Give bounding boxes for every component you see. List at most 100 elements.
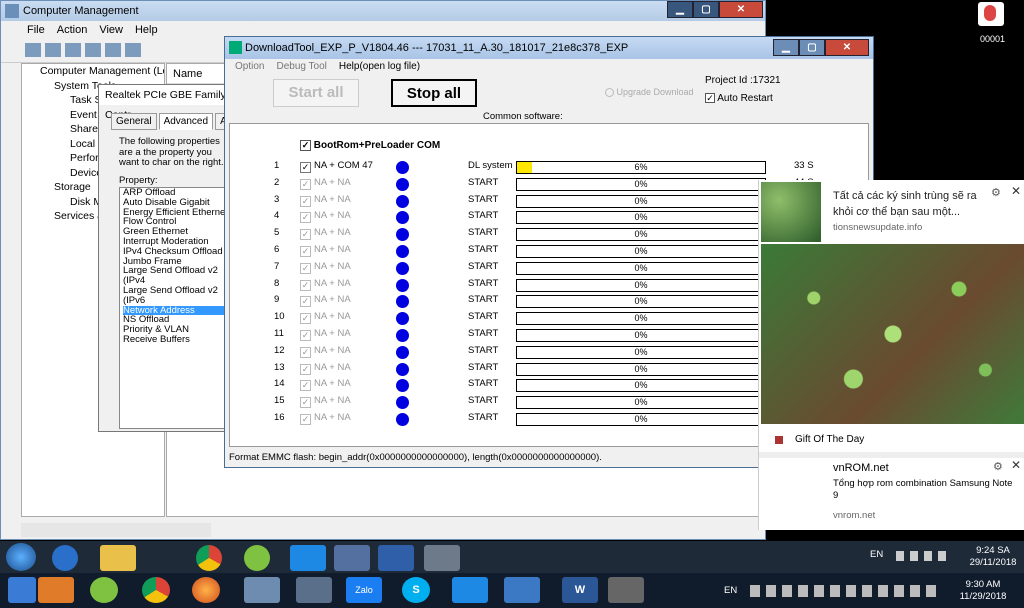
tree-item-root[interactable]: Computer Management (Local (22, 64, 164, 79)
slot-checkbox[interactable]: ✓ (300, 279, 311, 291)
menu-file[interactable]: File (27, 21, 45, 39)
slot-checkbox[interactable]: ✓ (300, 246, 311, 257)
ad-source: tionsnewsupdate.info (833, 222, 923, 233)
ad-thumbnail[interactable] (761, 182, 821, 242)
back-icon[interactable] (25, 43, 41, 57)
ad2-title[interactable]: vnROM.net (833, 462, 889, 474)
tab-advanced[interactable]: Advanced (158, 113, 214, 130)
file-explorer-icon[interactable] (100, 545, 136, 571)
start-icon[interactable] (8, 577, 36, 603)
menu-help-log[interactable]: Help(open log file) (339, 59, 420, 75)
local-date: 11/29/2018 (959, 591, 1007, 602)
start-orb-icon[interactable] (6, 543, 36, 571)
slot-checkbox[interactable]: ✓ (300, 363, 311, 375)
slot-checkbox[interactable]: ✓ (300, 212, 311, 224)
slot-checkbox[interactable]: ✓ (300, 397, 311, 409)
remote-desktop-icon[interactable] (504, 577, 540, 603)
slot-checkbox[interactable]: ✓ (300, 330, 311, 341)
slot-checkbox[interactable]: ✓ (300, 162, 311, 173)
tray-icons[interactable] (896, 551, 956, 561)
minimize-button[interactable]: ▁ (667, 1, 693, 18)
ad2-description[interactable]: Tổng hợp rom combination Samsung Note 9 (833, 478, 1013, 502)
forward-icon[interactable] (45, 43, 61, 57)
horizontal-scrollbar[interactable] (21, 523, 211, 537)
ad-image[interactable] (761, 244, 1024, 424)
zalo-icon[interactable]: Zalo (346, 577, 382, 603)
bootrom-checkbox[interactable]: ✓ BootRom+PreLoader COM (300, 140, 440, 151)
radio-icon (605, 88, 614, 98)
active-app-icon[interactable] (378, 545, 414, 571)
gift-icon (775, 436, 783, 444)
menu-help[interactable]: Help (135, 21, 158, 39)
internet-explorer-icon[interactable] (52, 545, 78, 571)
dt-close-button[interactable]: ✕ (825, 39, 869, 56)
chrome-icon[interactable] (142, 577, 170, 603)
start-all-button[interactable]: Start all (273, 79, 359, 107)
skype-icon[interactable]: S (402, 577, 430, 603)
chrome-icon[interactable] (196, 545, 222, 571)
slot-com-port: NA + NA (314, 361, 351, 373)
slot-checkbox[interactable]: ✓ (300, 296, 311, 308)
help-icon[interactable] (105, 43, 121, 57)
slot-checkbox[interactable]: ✓ (300, 313, 311, 325)
teamviewer-icon[interactable] (452, 577, 488, 603)
slot-com-port: NA + NA (314, 193, 351, 205)
progress-percent: 0% (634, 363, 648, 374)
slot-checkbox[interactable]: ✓ (300, 380, 311, 392)
properties-icon[interactable] (125, 43, 141, 57)
tab-general[interactable]: General (111, 113, 157, 130)
stop-all-button[interactable]: Stop all (391, 79, 477, 107)
word-icon[interactable]: W (562, 577, 598, 603)
menu-action[interactable]: Action (57, 21, 88, 39)
media-player-icon[interactable] (38, 577, 74, 603)
property-item[interactable]: Large Send Offload v2 (IPv6 (123, 286, 228, 306)
progress-percent: 0% (634, 397, 648, 408)
app-green-icon[interactable] (90, 577, 118, 603)
slot-checkbox[interactable]: ✓ (300, 262, 311, 274)
upgrade-download-radio[interactable]: Upgrade Download (605, 87, 694, 98)
slot-number: 14 (274, 378, 285, 390)
remote-lang[interactable]: EN (870, 549, 883, 561)
remote-taskbar: EN 9:24 SA 29/11/2018 (0, 541, 1024, 573)
gear-icon[interactable]: ⚙ (991, 186, 1001, 199)
slot-status: START (468, 176, 499, 188)
slot-checkbox[interactable]: ✓ (300, 178, 311, 190)
gift-of-the-day[interactable]: Gift Of The Day (795, 434, 864, 445)
maximize-button[interactable]: ▢ (693, 1, 719, 18)
show-hide-tree-icon[interactable] (85, 43, 101, 57)
menu-view[interactable]: View (99, 21, 123, 39)
property-item[interactable]: Large Send Offload v2 (IPv4 (123, 266, 228, 286)
desktop-user-icon[interactable] (978, 2, 1004, 26)
slot-checkbox[interactable]: ✓ (300, 414, 311, 425)
monitor-app-icon[interactable] (334, 545, 370, 571)
slot-checkbox[interactable]: ✓ (300, 229, 311, 241)
close-icon[interactable]: ✕ (1011, 184, 1021, 198)
dt-minimize-button[interactable]: ▁ (773, 39, 799, 56)
slot-checkbox[interactable]: ✓ (300, 346, 311, 358)
slot-com-port: NA + NA (314, 210, 351, 222)
remote-clock[interactable]: 9:24 SA 29/11/2018 (966, 545, 1020, 569)
firefox-icon[interactable] (192, 577, 220, 603)
property-list[interactable]: ARP Offload Auto Disable Gigabit Energy … (119, 187, 229, 429)
network-icon[interactable] (296, 577, 332, 603)
ad-panel[interactable]: Tất cả các ký sinh trùng sẽ ra khỏi cơ t… (758, 180, 1024, 530)
close-button[interactable]: ✕ (719, 1, 763, 18)
tray-icons[interactable] (750, 585, 940, 597)
slot-checkbox[interactable]: ✓ (300, 195, 311, 207)
property-item[interactable]: Receive Buffers (123, 335, 228, 345)
menu-debug-tool[interactable]: Debug Tool (276, 59, 326, 75)
app-green-icon[interactable] (244, 545, 270, 571)
local-lang[interactable]: EN (724, 585, 737, 597)
gear-icon[interactable]: ⚙ (993, 460, 1003, 473)
app-icon[interactable] (608, 577, 644, 603)
auto-restart-checkbox[interactable]: ✓ Auto Restart (705, 93, 773, 104)
menu-option[interactable]: Option (235, 59, 264, 75)
local-clock[interactable]: 9:30 AM 11/29/2018 (948, 579, 1018, 603)
ad-headline[interactable]: Tất cả các ký sinh trùng sẽ ra khỏi cơ t… (833, 188, 993, 220)
computer-management-taskbar-icon[interactable] (424, 545, 460, 571)
computer-icon[interactable] (244, 577, 280, 603)
teamviewer-icon[interactable] (290, 545, 326, 571)
dt-maximize-button[interactable]: ▢ (799, 39, 825, 56)
up-icon[interactable] (65, 43, 81, 57)
close-icon[interactable]: ✕ (1011, 458, 1021, 472)
